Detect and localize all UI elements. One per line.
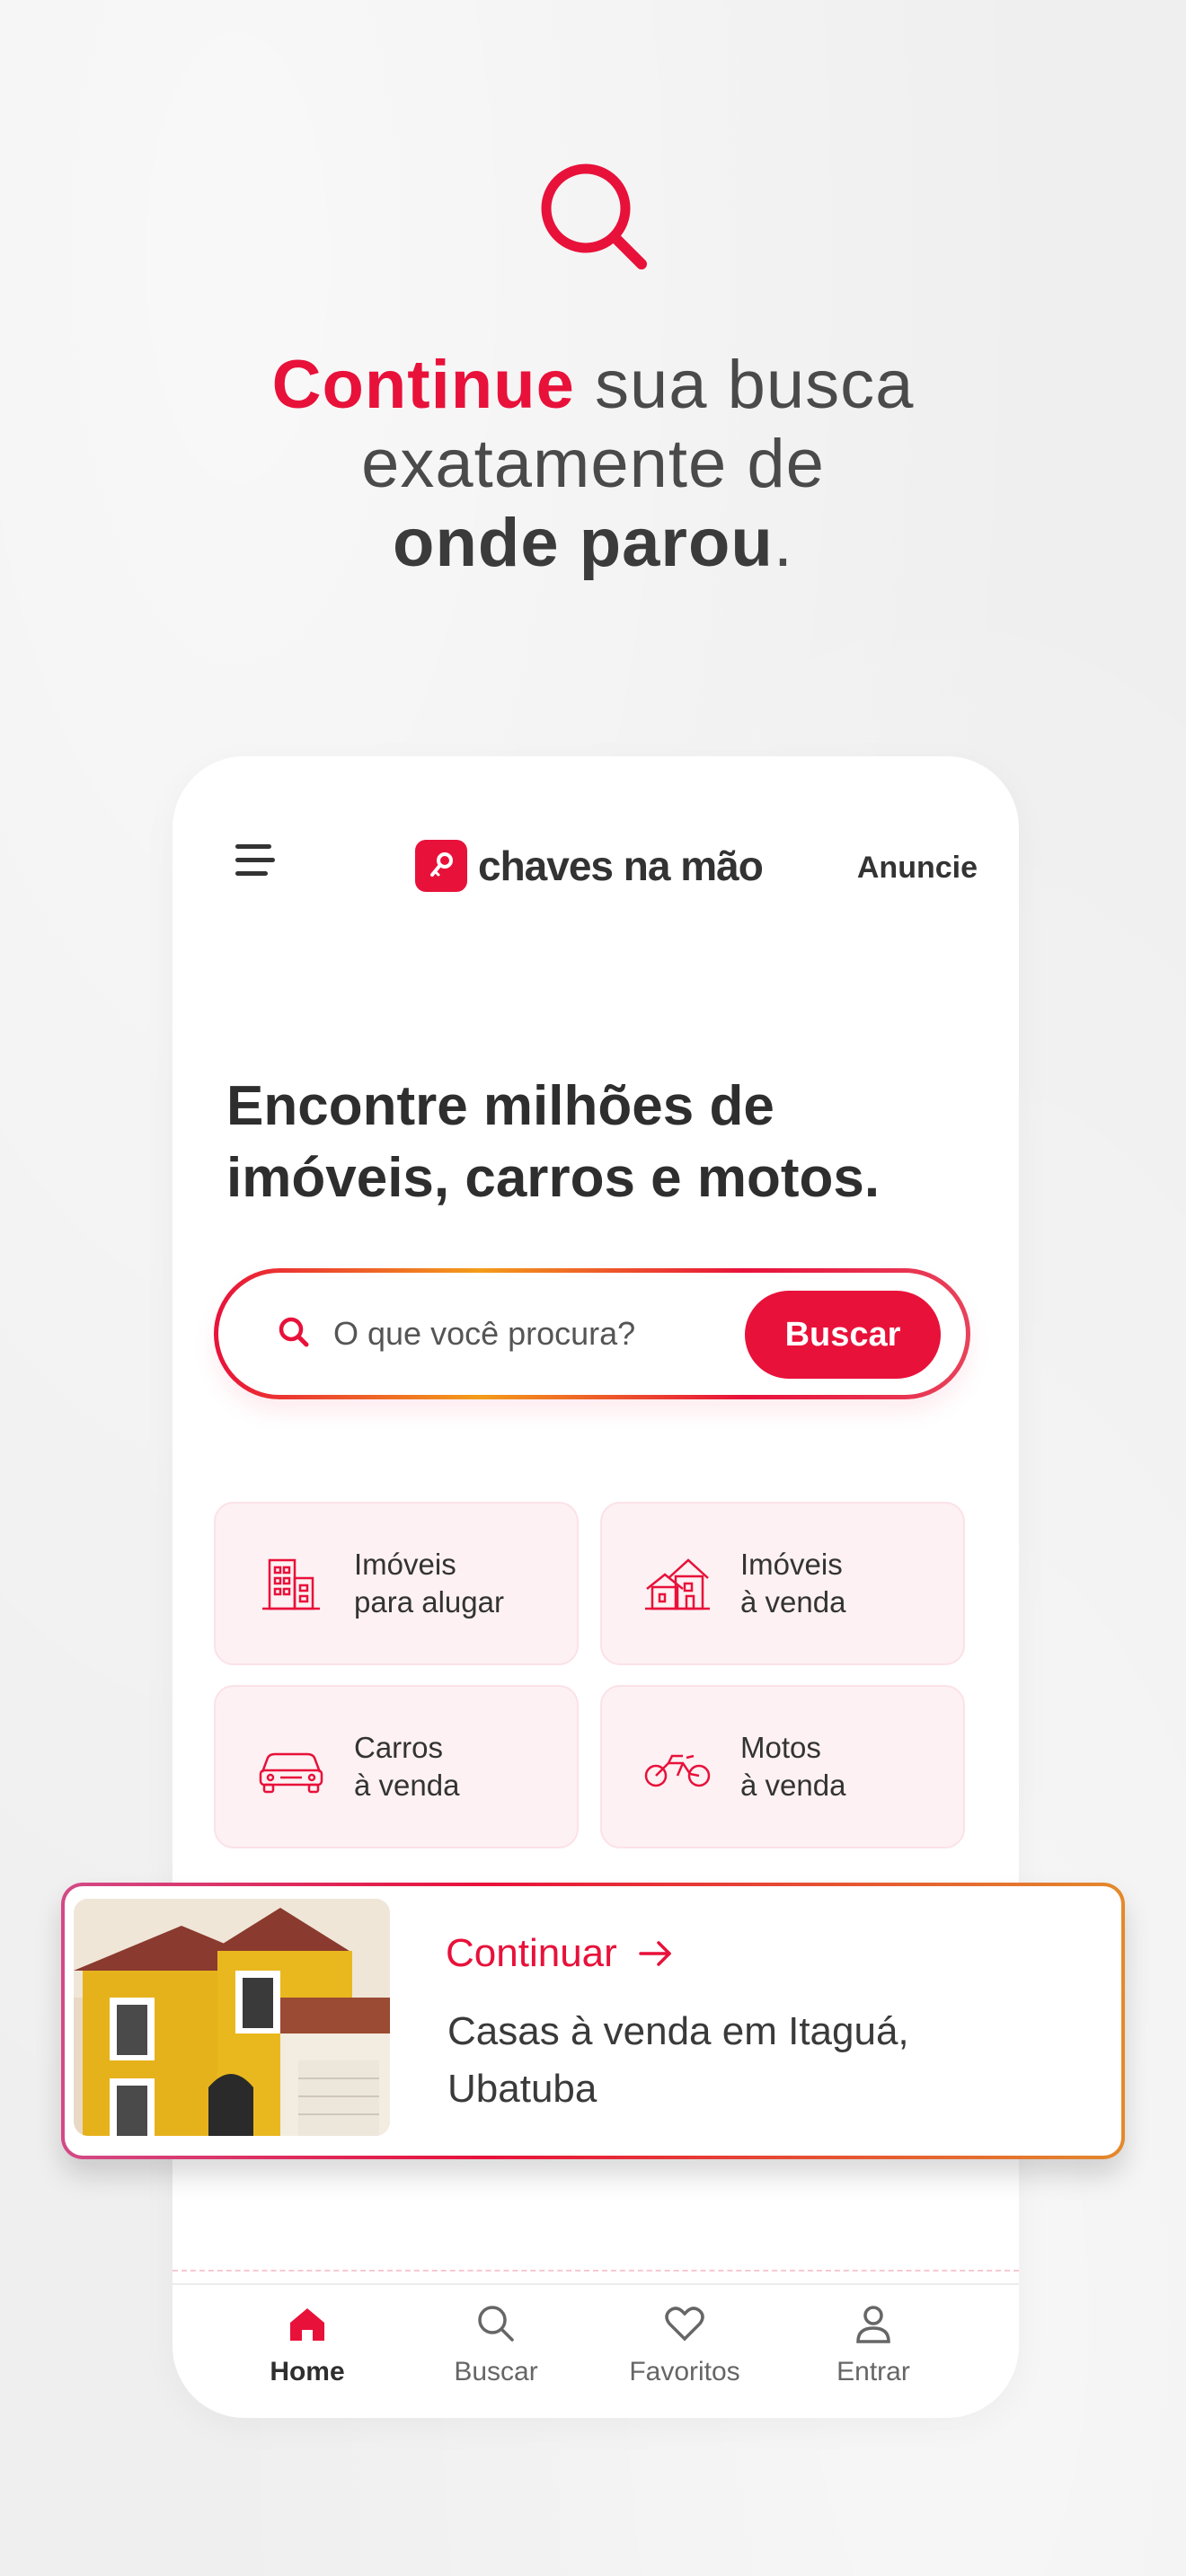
key-logo-icon [415, 840, 467, 892]
home-icon [290, 2308, 324, 2341]
category-label: Imóveis para alugar [354, 1548, 504, 1619]
nav-label: Home [270, 2357, 345, 2386]
brand-logo[interactable]: chaves na mão [415, 839, 764, 893]
continue-link[interactable]: Continuar [446, 1931, 675, 1976]
heart-icon [665, 2307, 704, 2342]
promo-line2: exatamente de [361, 426, 825, 502]
nav-label: Favoritos [629, 2357, 740, 2386]
category-carros-venda[interactable]: Carros à venda [214, 1685, 579, 1848]
category-label: Carros à venda [354, 1731, 460, 1802]
divider [173, 2270, 1019, 2272]
bottom-navigation: Home Buscar Favoritos Entrar [173, 2301, 1019, 2409]
app-header: chaves na mão Anuncie [173, 819, 1019, 909]
category-imoveis-alugar[interactable]: Imóveis para alugar [214, 1502, 579, 1665]
car-icon [259, 1752, 323, 1794]
hero-headline: Encontre milhões de imóveis, carros e mo… [226, 1075, 881, 1209]
continue-label: Continuar [446, 1931, 617, 1975]
category-motos-venda[interactable]: Motos à venda [600, 1685, 965, 1848]
search-icon [279, 1317, 309, 1347]
house-photo [74, 1899, 390, 2136]
arrow-right-icon [639, 1941, 671, 1966]
category-imoveis-venda[interactable]: Imóveis à venda [600, 1502, 965, 1665]
motorcycle-icon [644, 1754, 711, 1787]
category-label: Motos à venda [740, 1731, 846, 1802]
continue-description: Casas à venda em Itaguá, Ubatuba [447, 2009, 909, 2111]
nav-entrar[interactable]: Entrar [792, 2301, 954, 2387]
search-icon [478, 2306, 514, 2342]
anuncie-link[interactable]: Anuncie [857, 851, 978, 886]
category-label: Imóveis à venda [740, 1548, 846, 1619]
nav-favoritos[interactable]: Favoritos [604, 2301, 766, 2387]
user-icon [856, 2306, 890, 2343]
search-icon [541, 163, 647, 269]
promo-accent: Continue [271, 347, 575, 423]
promo-line1: sua busca [574, 347, 915, 423]
divider [173, 2283, 1019, 2285]
phone-frame: chaves na mão Anuncie Encontre milhões d… [173, 756, 1019, 2418]
promo-strong: onde parou [393, 505, 774, 581]
search-button[interactable]: Buscar [745, 1291, 941, 1379]
logo-text: chaves na mão [478, 842, 764, 889]
nav-label: Entrar [836, 2357, 910, 2386]
nav-buscar[interactable]: Buscar [415, 2301, 577, 2387]
houses-icon [645, 1558, 710, 1610]
building-icon [262, 1558, 320, 1610]
search-bar: Buscar [214, 1268, 970, 1399]
promo-line3-end: . [773, 505, 793, 581]
continue-search-card[interactable]: Continuar Casas à venda em Itaguá, Ubatu… [61, 1883, 1125, 2159]
nav-home[interactable]: Home [226, 2301, 388, 2387]
search-input[interactable] [333, 1300, 720, 1368]
promo-headline: Continue sua busca exatamente de onde pa… [0, 346, 1186, 583]
hamburger-menu-icon[interactable] [235, 844, 279, 880]
nav-label: Buscar [454, 2357, 538, 2386]
